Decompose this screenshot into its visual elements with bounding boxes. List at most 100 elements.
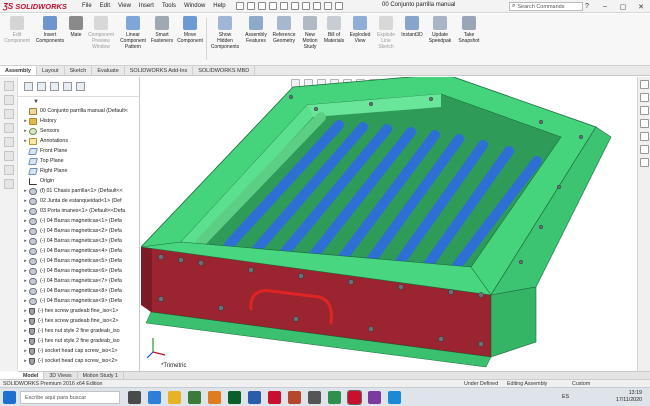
expand-toggle-icon[interactable]: ▸ [22, 278, 29, 284]
expand-toggle-icon[interactable]: ▸ [22, 338, 29, 344]
tab-model[interactable]: Model [18, 372, 45, 379]
explode-line-sketch-button[interactable]: Explode Line Sketch [374, 16, 398, 50]
menu-help[interactable]: Help [213, 3, 225, 9]
system-clock[interactable]: 13:19 17/11/2020 [616, 390, 642, 404]
expand-toggle-icon[interactable]: ▸ [22, 238, 29, 244]
tree-item[interactable]: ▸ Sensors [22, 126, 139, 136]
undo-icon[interactable] [290, 2, 299, 10]
windows-start-icon[interactable] [3, 391, 16, 404]
word-icon[interactable] [248, 391, 261, 404]
bill-of-materials-button[interactable]: Bill of Materials [322, 16, 346, 44]
design-library-icon[interactable] [639, 93, 649, 102]
expand-toggle-icon[interactable]: ▸ [22, 218, 29, 224]
feature-tree-tab-icon[interactable] [24, 82, 33, 91]
app-icon[interactable] [308, 391, 321, 404]
expand-toggle-icon[interactable]: ▸ [22, 128, 29, 134]
menu-file[interactable]: File [82, 3, 92, 9]
expand-toggle-icon[interactable]: ▸ [22, 328, 29, 334]
update-speedpak-button[interactable]: Update Speedpak [426, 16, 454, 44]
edge-icon[interactable] [148, 391, 161, 404]
menu-tools[interactable]: Tools [162, 3, 176, 9]
tree-item[interactable]: ▸ (-) hex screw gradeab fine_iso<1> [22, 306, 139, 316]
chrome-icon[interactable] [188, 391, 201, 404]
tab-layout[interactable]: Layout [37, 66, 65, 75]
assembly-model[interactable] [141, 77, 637, 371]
tab-evaluate[interactable]: Evaluate [92, 66, 125, 75]
expand-toggle-icon[interactable]: ▸ [22, 318, 29, 324]
tree-item[interactable]: ▸ History [22, 116, 139, 126]
tree-item[interactable]: ▸ (-) hex nut style 2 fine gradeab_iso [22, 326, 139, 336]
appearances-icon[interactable] [639, 132, 649, 141]
custom-properties-icon[interactable] [639, 145, 649, 154]
dimxpert-tab-icon[interactable] [63, 82, 72, 91]
expand-toggle-icon[interactable]: ▸ [22, 358, 29, 364]
excel-icon[interactable] [228, 391, 241, 404]
tree-item[interactable]: ▸ Annotations [22, 136, 139, 146]
expand-toggle-icon[interactable]: ▸ [22, 298, 29, 304]
vlc-icon[interactable] [208, 391, 221, 404]
close-icon[interactable]: ✕ [632, 0, 650, 13]
tree-item[interactable]: ▸ (-) socket head cap screw_iso<2> [22, 356, 139, 366]
tab-assembly[interactable]: Assembly [0, 66, 37, 75]
tree-filter-icon[interactable]: ▼ [18, 97, 139, 106]
linear-component-pattern-button[interactable]: Linear Component Pattern [118, 16, 148, 50]
language-indicator[interactable]: ES [562, 394, 569, 400]
expand-toggle-icon[interactable]: ▸ [22, 208, 29, 214]
rebuild-icon[interactable] [312, 2, 321, 10]
expand-toggle-icon[interactable]: ▸ [22, 268, 29, 274]
search-commands[interactable]: ⌕ Search Commands [509, 2, 583, 11]
tree-item[interactable]: ▸ (-) 04 Barras magneticas<9> (Defa [22, 296, 139, 306]
tab-addins[interactable]: SOLIDWORKS Add-Ins [125, 66, 194, 75]
tool-icon[interactable] [3, 123, 14, 133]
tree-item[interactable]: ▸ 03 Porta imanes<1> (Default<<Defa [22, 206, 139, 216]
taskbar-search[interactable]: Escribe aquí para buscar [20, 391, 120, 404]
tree-item[interactable]: Top Plane [22, 156, 139, 166]
tool-icon[interactable] [3, 109, 14, 119]
tree-item[interactable]: Origin [22, 176, 139, 186]
select-icon[interactable] [301, 2, 310, 10]
file-explorer-icon[interactable] [639, 106, 649, 115]
tree-item[interactable]: ▸ (-) 04 Barras magneticas<6> (Defa [22, 266, 139, 276]
tree-item[interactable]: Right Plane [22, 166, 139, 176]
tab-mbd[interactable]: SOLIDWORKS MBD [193, 66, 256, 75]
tree-item[interactable]: ▸ (-) 04 Barras magneticas<7> (Defa [22, 276, 139, 286]
restore-icon[interactable]: ▢ [614, 0, 632, 13]
tool-icon[interactable] [3, 137, 14, 147]
expand-toggle-icon[interactable]: ▸ [22, 198, 29, 204]
expand-toggle-icon[interactable]: ▸ [22, 138, 29, 144]
new-document-icon[interactable] [246, 2, 255, 10]
view-palette-icon[interactable] [639, 119, 649, 128]
component-preview-button[interactable]: Component Preview Window [86, 16, 116, 50]
menu-insert[interactable]: Insert [139, 3, 154, 9]
insert-components-button[interactable]: Insert Components [35, 16, 65, 44]
tree-item[interactable]: ▸ (-) 04 Barras magneticas<3> (Defa [22, 236, 139, 246]
tree-item[interactable]: ▸ 02 Junta de estanqueidad<1> (Def [22, 196, 139, 206]
forum-icon[interactable] [639, 158, 649, 167]
task-view-icon[interactable] [128, 391, 141, 404]
tree-item[interactable]: ▸ (-) socket head cap screw_iso<1> [22, 346, 139, 356]
tool-icon[interactable] [3, 151, 14, 161]
pin-icon[interactable] [235, 2, 244, 10]
solidworks-logo[interactable]: ƷS SOLIDWORKS [0, 2, 76, 11]
tool-icon[interactable] [3, 179, 14, 189]
move-component-button[interactable]: Move Component [176, 16, 204, 44]
options-icon[interactable] [334, 2, 343, 10]
solidworks-taskbar-icon[interactable] [347, 390, 362, 405]
expand-toggle-icon[interactable]: ▸ [22, 228, 29, 234]
tab-motion-study[interactable]: Motion Study 1 [78, 372, 124, 379]
powerpoint-icon[interactable] [288, 391, 301, 404]
menu-view[interactable]: View [118, 3, 131, 9]
tree-item[interactable]: ▸ (-) 04 Barras magneticas<1> (Defa [22, 216, 139, 226]
new-motion-study-button[interactable]: New Motion Study [299, 16, 321, 50]
property-manager-tab-icon[interactable] [37, 82, 46, 91]
expand-toggle-icon[interactable]: ▸ [22, 308, 29, 314]
exploded-view-button[interactable]: Exploded View [347, 16, 373, 44]
minimize-icon[interactable]: – [596, 0, 614, 13]
menu-edit[interactable]: Edit [100, 3, 110, 9]
take-snapshot-button[interactable]: Take Snapshot [456, 16, 482, 44]
tool-icon[interactable] [3, 95, 14, 105]
tree-item[interactable]: Front Plane [22, 146, 139, 156]
expand-toggle-icon[interactable]: ▸ [22, 348, 29, 354]
file-properties-icon[interactable] [323, 2, 332, 10]
tab-3d-views[interactable]: 3D Views [44, 372, 78, 379]
